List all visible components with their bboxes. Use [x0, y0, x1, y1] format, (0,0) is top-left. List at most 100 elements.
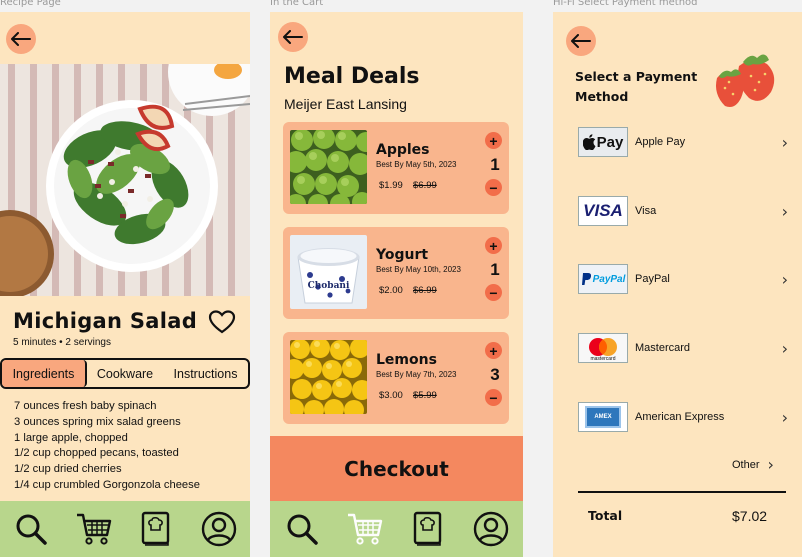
nav-search[interactable] [10, 508, 52, 550]
decrease-qty-button[interactable]: − [485, 284, 502, 301]
increase-qty-button[interactable]: + [485, 237, 502, 254]
item-old-price: $6.99 [413, 285, 437, 296]
frame-label-payment: Hi-Fi Select Payment method [553, 0, 698, 8]
item-name: Lemons [376, 352, 437, 368]
item-price: $2.00 [379, 285, 403, 296]
decrease-qty-button[interactable]: − [485, 179, 502, 196]
arrow-left-icon [571, 34, 591, 48]
item-quantity: 3 [490, 365, 500, 384]
back-button[interactable] [278, 22, 308, 52]
strawberry-icon [716, 54, 775, 107]
page-title: Select a Payment Method [575, 67, 697, 107]
frame-label-recipe: Recipe Page [0, 0, 61, 8]
arrow-left-icon [283, 30, 303, 44]
store-name: Meijer East Lansing [284, 96, 407, 112]
nav-cart[interactable] [344, 508, 386, 550]
item-name: Apples [376, 142, 430, 158]
nav-profile[interactable] [198, 508, 240, 550]
page-title-line: Select a Payment [575, 69, 698, 84]
recipe-book-icon [142, 511, 170, 546]
list-item: 1/2 cup dried cherries [14, 463, 122, 476]
item-best-by: Best By May 7th, 2023 [376, 370, 457, 379]
bottom-nav [0, 501, 250, 557]
total-label: Total [588, 508, 623, 523]
page-title: Meal Deals [284, 64, 420, 89]
payment-option-paypal[interactable]: PayPal PayPal › [578, 263, 788, 295]
chevron-right-icon: › [781, 269, 788, 289]
recipe-book-icon [413, 511, 442, 546]
cart-item-apples: Apples Best By May 5th, 2023 $1.99 $6.99… [283, 122, 509, 214]
divider [578, 491, 786, 493]
other-label: Other [732, 458, 760, 471]
profile-icon [474, 511, 509, 547]
nav-search[interactable] [281, 508, 323, 550]
cart-icon [347, 513, 383, 545]
item-price: $3.00 [379, 390, 403, 401]
chevron-right-icon: › [781, 338, 788, 358]
profile-icon [201, 511, 236, 547]
logo-text: Pay [596, 133, 624, 151]
nav-profile[interactable] [470, 508, 512, 550]
visa-logo: VISA [578, 196, 628, 226]
increase-qty-button[interactable]: + [485, 132, 502, 149]
payment-option-label: Visa [635, 205, 657, 217]
tab-cookware[interactable]: Cookware [87, 360, 163, 387]
payment-option-label: American Express [635, 411, 725, 423]
payment-option-mastercard[interactable]: mastercard Mastercard › [578, 332, 788, 364]
logo-text: AMEX [594, 414, 612, 420]
decrease-qty-button[interactable]: − [485, 389, 502, 406]
arrow-left-icon [11, 32, 31, 46]
recipe-tabs: Ingredients Cookware Instructions [0, 358, 250, 389]
nav-cart[interactable] [73, 508, 115, 550]
list-item: 1/2 cup chopped pecans, toasted [14, 447, 179, 460]
favorite-button[interactable] [208, 310, 236, 339]
nav-recipes[interactable] [407, 508, 449, 550]
heart-icon [208, 310, 236, 334]
item-quantity: 1 [490, 260, 500, 279]
cart-icon [76, 513, 111, 545]
list-item: 7 ounces fresh baby spinach [14, 400, 157, 412]
checkout-button[interactable]: Checkout [270, 436, 523, 501]
back-button[interactable] [6, 24, 36, 54]
payment-option-label: Apple Pay [635, 136, 686, 148]
increase-qty-button[interactable]: + [485, 342, 502, 359]
recipe-meta: 5 minutes • 2 servings [13, 337, 111, 348]
item-old-price: $5.99 [413, 390, 437, 401]
item-best-by: Best By May 5th, 2023 [376, 160, 457, 169]
ingredient-list: 7 ounces fresh baby spinach 3 ounces spr… [14, 399, 200, 494]
payment-page: Select a Payment Method Pay Apple Pay › … [553, 12, 802, 557]
amex-card-icon: AMEX [585, 406, 621, 428]
payment-option-label: PayPal [635, 273, 670, 285]
apples-image [290, 130, 367, 204]
back-button[interactable] [566, 26, 596, 56]
tab-instructions[interactable]: Instructions [163, 360, 248, 387]
recipe-page: Michigan Salad 5 minutes • 2 servings In… [0, 12, 250, 557]
list-item: 1 large apple, chopped [14, 431, 128, 444]
payment-option-label: Mastercard [635, 342, 691, 354]
page-title-line: Method [575, 89, 629, 104]
yogurt-image: Chobani [290, 235, 367, 309]
payment-option-american-express[interactable]: AMEX American Express › [578, 401, 788, 433]
logo-text: mastercard [590, 356, 616, 362]
total-value: $7.02 [732, 508, 768, 524]
other-payment-button[interactable]: Other › [732, 455, 774, 474]
tab-ingredients[interactable]: Ingredients [2, 360, 87, 387]
bottom-nav [270, 501, 523, 557]
cart-page: Meal Deals Meijer East Lansing Apples Be… [270, 12, 523, 557]
cart-item-yogurt: Chobani Yogurt Best By May 10th, 2023 $2… [283, 227, 509, 319]
list-item: 1/4 cup crumbled Gorgonzola cheese [14, 478, 200, 491]
list-item: 3 ounces spring mix salad greens [14, 415, 181, 428]
recipe-title: Michigan Salad [13, 309, 198, 333]
chevron-right-icon: › [781, 407, 788, 427]
lemons-image [290, 340, 367, 414]
paypal-logo: PayPal [578, 264, 628, 294]
logo-text: VISA [583, 201, 623, 220]
recipe-photo [0, 64, 250, 296]
amex-logo: AMEX [578, 402, 628, 432]
item-quantity: 1 [490, 155, 500, 174]
payment-option-apple-pay[interactable]: Pay Apple Pay › [578, 126, 788, 158]
chevron-right-icon: › [781, 132, 788, 152]
payment-option-visa[interactable]: VISA Visa › [578, 195, 788, 227]
nav-recipes[interactable] [135, 508, 177, 550]
item-best-by: Best By May 10th, 2023 [376, 265, 461, 274]
